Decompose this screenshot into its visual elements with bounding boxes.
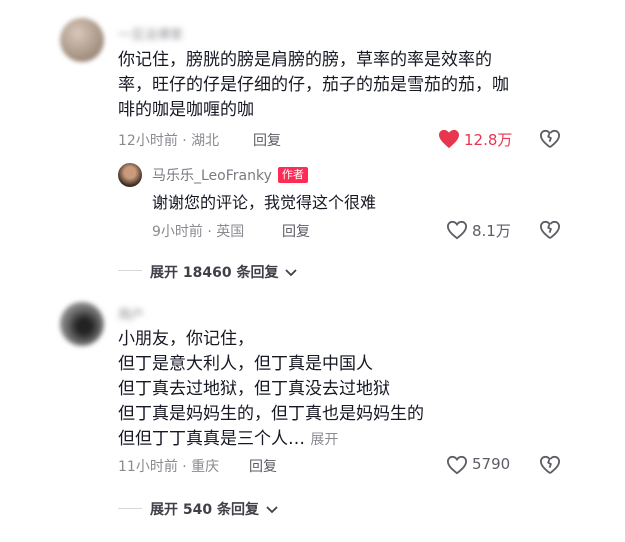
dislike-heart-icon[interactable]	[539, 220, 561, 240]
comment-text: 你记住，膀胱的膀是肩膀的膀，草率的率是效率的 率，旺仔的仔是仔细的仔，茄子的茄是…	[118, 48, 588, 123]
reply-username[interactable]: 马乐乐_LeoFranky 作者	[152, 165, 308, 185]
comment-text-line: 但丁真去过地狱，但丁真没去过地狱	[118, 379, 390, 399]
dislike-heart-icon[interactable]	[539, 129, 561, 149]
comment-text-line: 率，旺仔的仔是仔细的仔，茄子的茄是雪茄的茄，咖	[118, 75, 509, 95]
expand-text-button[interactable]: 展开	[310, 432, 338, 448]
author-avatar[interactable]	[118, 163, 142, 187]
like-count: 8.1万	[472, 222, 511, 240]
like-button[interactable]: 8.1万	[446, 218, 526, 242]
comment-time-location: 11小时前 · 重庆	[118, 459, 220, 475]
expand-replies-button[interactable]: 展开 18460 条回复	[150, 262, 297, 282]
author-badge: 作者	[277, 167, 308, 183]
avatar[interactable]	[60, 18, 104, 62]
divider	[118, 508, 142, 509]
comment-text-line: 小朋友，你记住，	[118, 329, 254, 349]
like-count: 12.8万	[464, 131, 513, 149]
comment-text-line: 但丁是意大利人，但丁真是中国人	[118, 354, 373, 374]
comment-username[interactable]: 一见法律家	[118, 24, 183, 43]
comment-text-line: 但丁真是妈妈生的，但丁真也是妈妈生的	[118, 404, 424, 424]
heart-outline-icon	[446, 220, 468, 240]
reply-text: 谢谢您的评论，我觉得这个很难	[152, 193, 377, 212]
comment-text-line: 啡的咖是咖喱的咖	[118, 100, 254, 120]
reply-time-location: 9小时前 · 英国	[152, 224, 245, 240]
reply-button[interactable]: 回复	[253, 130, 281, 150]
heart-outline-icon	[446, 455, 468, 475]
like-button[interactable]: 5790	[446, 453, 526, 477]
expand-replies-button[interactable]: 展开 540 条回复	[150, 499, 278, 519]
comment-text: 小朋友，你记住， 但丁是意大利人，但丁真是中国人 但丁真去过地狱，但丁真没去过地…	[118, 327, 578, 453]
divider	[118, 270, 142, 271]
dislike-heart-icon[interactable]	[539, 455, 561, 475]
reply-button[interactable]: 回复	[249, 456, 277, 476]
avatar[interactable]	[60, 302, 104, 346]
chevron-down-icon	[285, 269, 297, 277]
reply-button[interactable]: 回复	[282, 221, 310, 241]
chevron-down-icon	[266, 506, 278, 514]
comment-time-location: 12小时前 · 湖北	[118, 133, 220, 149]
like-button[interactable]: 12.8万	[438, 127, 528, 151]
heart-filled-icon	[439, 129, 459, 149]
like-count: 5790	[472, 455, 511, 473]
comment-text-line: 你记住，膀胱的膀是肩膀的膀，草率的率是效率的	[118, 50, 492, 70]
comment-username[interactable]: 用户	[118, 304, 144, 323]
comment-text-line: 但但丁丁真真是三个人…	[118, 429, 305, 449]
